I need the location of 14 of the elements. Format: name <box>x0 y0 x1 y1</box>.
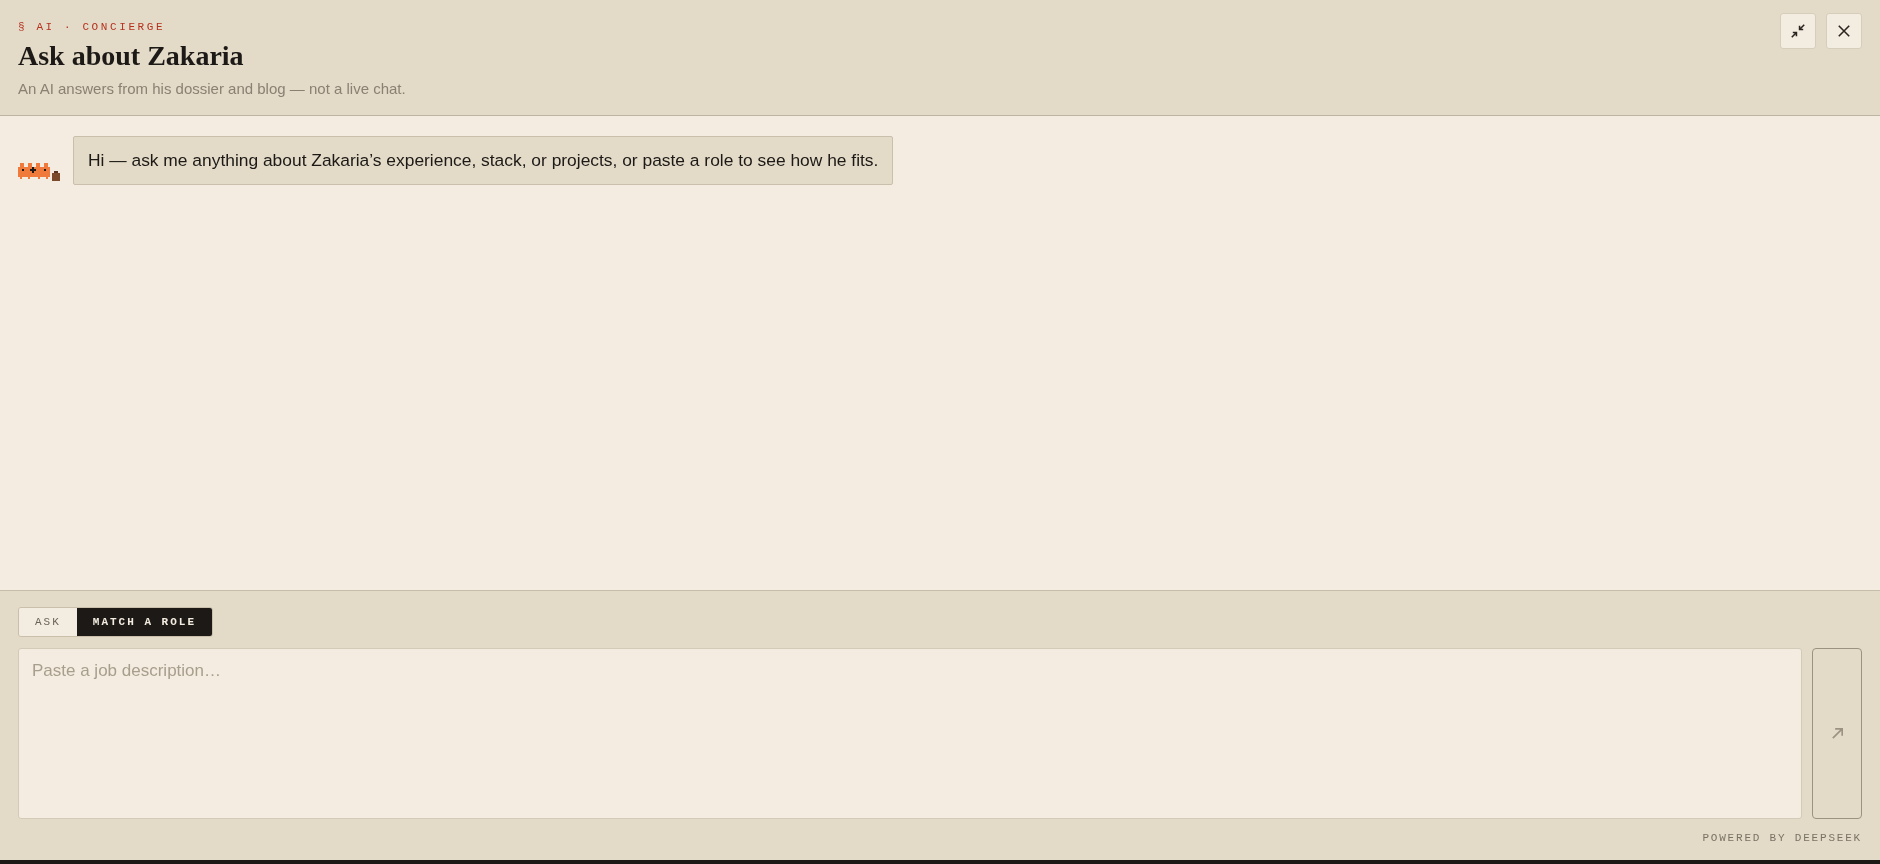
mode-tab[interactable]: MATCH A ROLE <box>76 608 213 636</box>
job-description-field[interactable]: Paste a job description… <box>18 648 1802 819</box>
close-button[interactable] <box>1826 13 1862 49</box>
powered-by-label: POWERED BY DEEPSEEK <box>1702 831 1862 845</box>
eyebrow-label: § AI · CONCIERGE <box>18 20 167 34</box>
collapse-button[interactable] <box>1780 13 1816 49</box>
close-icon <box>1838 25 1850 37</box>
panel-subtitle: An AI answers from his dossier and blog — not a live chat. <box>18 80 406 98</box>
message-bubble: Hi — ask me anything about Zakaria’s experience, stack, or projects, or paste a role to see how he fits. <box>73 136 894 185</box>
mode-tab[interactable]: ASK <box>19 608 77 636</box>
panel-title: Ask about Zakaria <box>18 40 245 72</box>
arrow-up-right-icon <box>1831 728 1843 739</box>
pixel-creatures-icon <box>18 163 60 181</box>
collapse-arrows-icon <box>1791 24 1805 38</box>
